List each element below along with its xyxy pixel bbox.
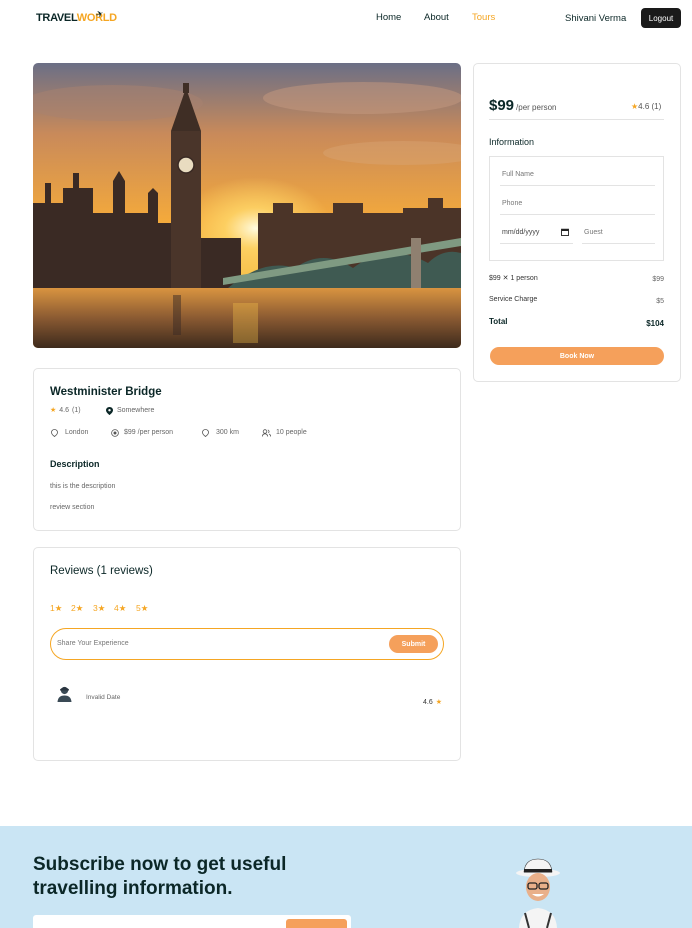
rating-option-2[interactable]: 2★ bbox=[71, 603, 83, 614]
avatar bbox=[56, 685, 73, 702]
review-section-text: review section bbox=[50, 504, 95, 511]
money-icon bbox=[110, 428, 119, 437]
star-icon: ★ bbox=[50, 407, 57, 414]
review-date: Invalid Date bbox=[86, 694, 121, 701]
group-icon bbox=[262, 428, 271, 437]
nav-link-about[interactable]: About bbox=[424, 12, 449, 23]
newsletter-title: Subscribe now to get useful travelling i… bbox=[33, 854, 287, 899]
service-charge-value: $5 bbox=[656, 298, 664, 305]
header-nav: TRAVELWORLD ✈ Home About Tours Shivani V… bbox=[0, 0, 692, 38]
map-pin-outline-icon bbox=[201, 428, 210, 437]
booking-form: Full Name Phone mm/dd/yyyy Guest bbox=[489, 156, 664, 261]
tour-distance: 300 km bbox=[201, 428, 239, 437]
price-line-label: $99 ✕ 1 person bbox=[489, 275, 538, 282]
logo[interactable]: TRAVELWORLD ✈ bbox=[36, 8, 117, 31]
guest-input[interactable]: Guest bbox=[582, 225, 655, 244]
rating-option-5[interactable]: 5★ bbox=[136, 603, 148, 614]
description-text: this is the description bbox=[50, 483, 116, 490]
rating-option-4[interactable]: 4★ bbox=[114, 603, 126, 614]
calendar-icon[interactable] bbox=[561, 228, 569, 238]
traveler-image bbox=[508, 856, 568, 928]
tour-rating: ★ 4.6 (1) bbox=[50, 406, 81, 415]
service-charge-label: Service Charge bbox=[489, 296, 538, 303]
review-input-placeholder: Share Your Experience bbox=[57, 640, 129, 647]
total-label: Total bbox=[489, 317, 508, 326]
nav-link-home[interactable]: Home bbox=[376, 12, 401, 23]
review-input[interactable]: Share Your Experience Submit bbox=[50, 628, 444, 660]
reviews-heading: Reviews (1 reviews) bbox=[50, 565, 153, 577]
logout-button[interactable]: Logout bbox=[641, 8, 681, 28]
tour-group-size: 10 people bbox=[262, 428, 307, 437]
star-icon: ★ bbox=[435, 699, 443, 706]
newsletter-section: Subscribe now to get useful travelling i… bbox=[0, 826, 692, 928]
tour-title: Westminister Bridge bbox=[50, 386, 162, 398]
rating-option-1[interactable]: 1★ bbox=[50, 603, 62, 614]
user-avatar-icon bbox=[57, 686, 72, 702]
tour-photo bbox=[33, 63, 461, 348]
map-pin-outline-icon bbox=[50, 428, 59, 437]
full-name-input[interactable]: Full Name bbox=[500, 167, 655, 186]
tour-price: $99 /per person bbox=[110, 428, 173, 437]
price-line-value: $99 bbox=[652, 276, 664, 283]
booking-price: $99/per person bbox=[489, 97, 557, 114]
tour-address: Somewhere bbox=[105, 406, 154, 415]
booking-rating: ★4.6 (1) bbox=[631, 102, 662, 111]
booking-divider bbox=[489, 119, 664, 120]
rating-option-3[interactable]: 3★ bbox=[93, 603, 105, 614]
phone-input[interactable]: Phone bbox=[500, 196, 655, 215]
tour-city: London bbox=[50, 428, 88, 437]
total-value: $104 bbox=[646, 319, 664, 328]
subscribe-button[interactable] bbox=[286, 919, 347, 928]
description-heading: Description bbox=[50, 459, 100, 469]
map-pin-icon bbox=[105, 406, 114, 415]
user-name: Shivani Verma bbox=[565, 13, 627, 24]
submit-review-button[interactable]: Submit bbox=[389, 635, 438, 653]
multiply-icon: ✕ bbox=[502, 275, 509, 282]
tour-image bbox=[33, 63, 461, 348]
date-input[interactable]: mm/dd/yyyy bbox=[500, 225, 573, 244]
book-now-button[interactable]: Book Now bbox=[490, 347, 664, 365]
information-heading: Information bbox=[489, 137, 535, 147]
nav-link-tours[interactable]: Tours bbox=[472, 12, 495, 23]
review-rating: 4.6 ★ bbox=[423, 698, 443, 707]
